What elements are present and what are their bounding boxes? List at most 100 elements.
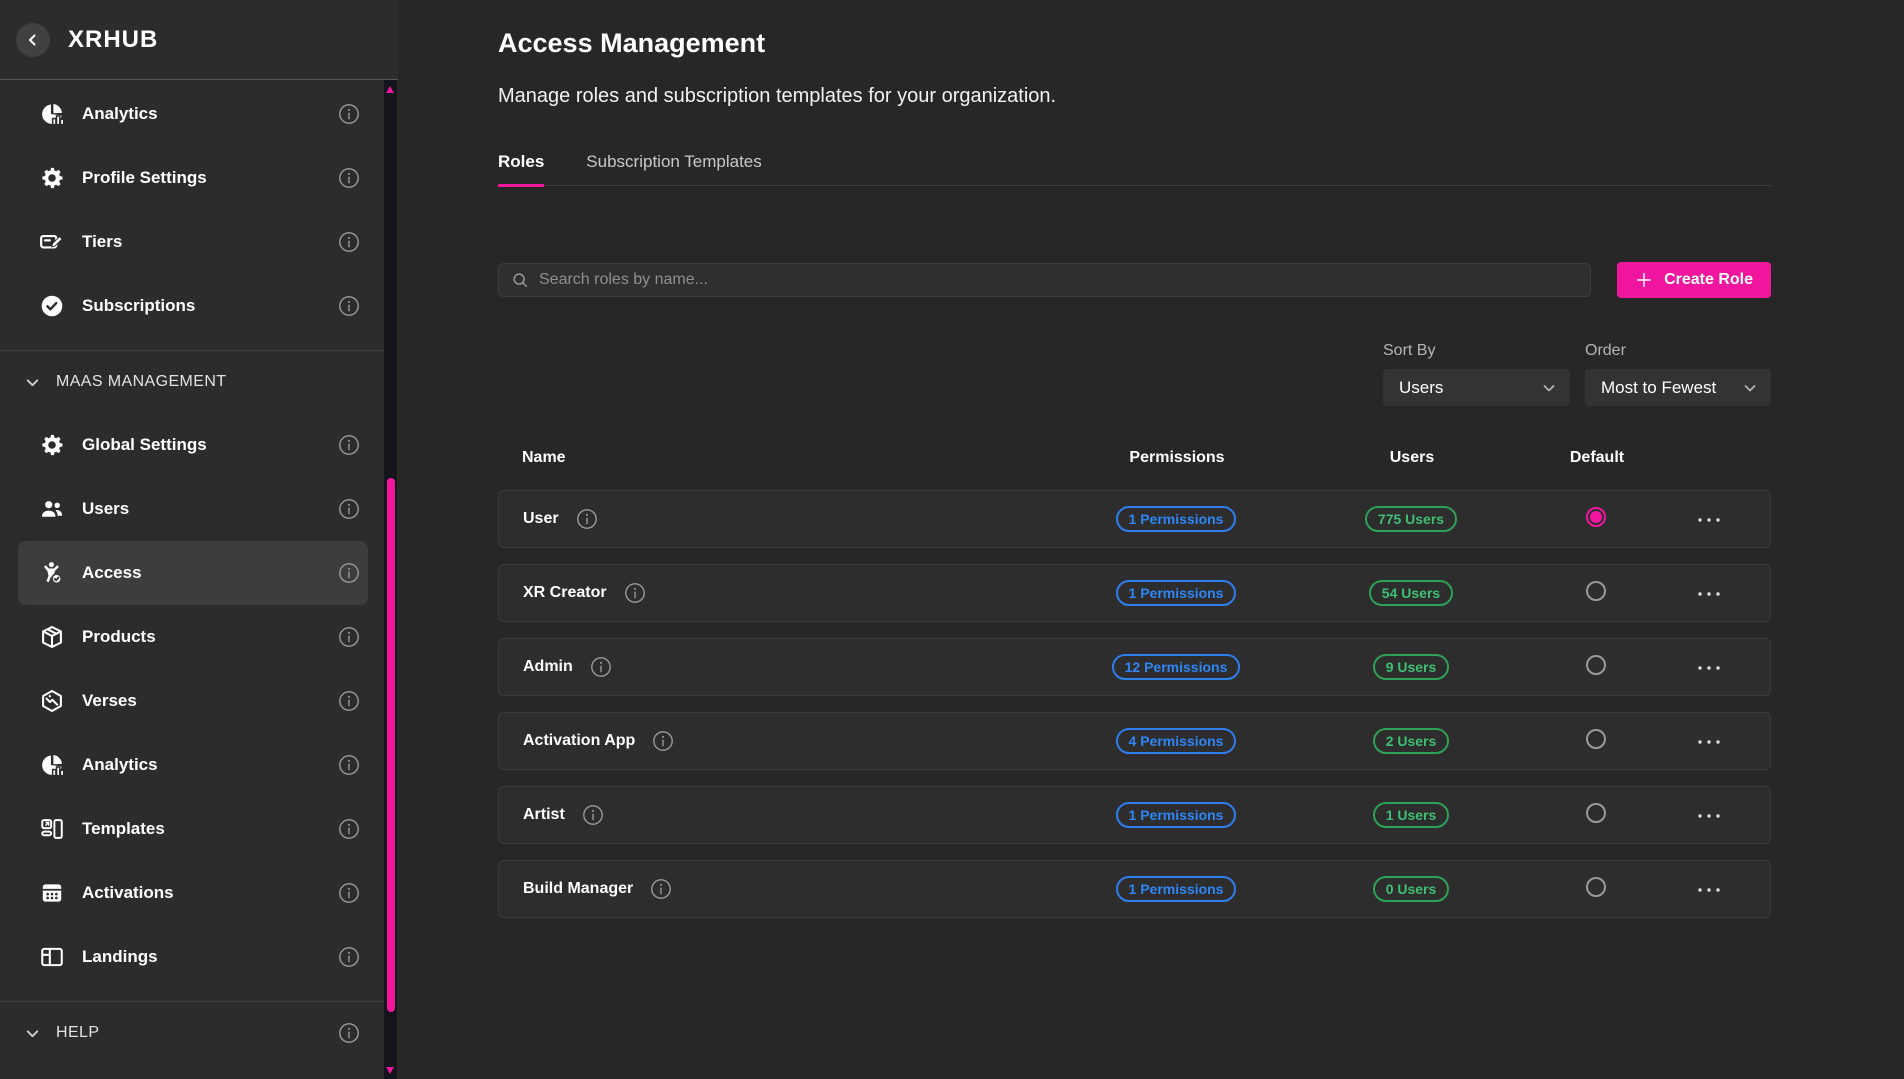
order-label: Order — [1585, 342, 1771, 360]
sidebar-nav: AnalyticsProfile SettingsTiersSubscripti… — [0, 80, 398, 1064]
sidebar-scrollbar[interactable] — [384, 80, 397, 1079]
table-row[interactable]: Artist1 Permissions1 Users — [498, 786, 1771, 844]
users-badge[interactable]: 9 Users — [1373, 654, 1450, 680]
sidebar-item-profile-settings[interactable]: Profile Settings — [18, 146, 368, 210]
info-icon[interactable] — [652, 730, 674, 752]
sidebar-item-subscriptions[interactable]: Subscriptions — [18, 274, 368, 338]
collapse-sidebar-button[interactable] — [16, 23, 50, 57]
info-icon[interactable] — [650, 878, 672, 900]
table-row[interactable]: XR Creator 1 Permissions 54 Users — [498, 564, 1771, 622]
default-radio[interactable] — [1586, 803, 1606, 823]
sidebar-item-label: Landings — [82, 947, 338, 967]
users-badge[interactable]: 2 Users — [1373, 728, 1450, 754]
search-input[interactable] — [539, 271, 1578, 289]
info-icon[interactable] — [338, 231, 360, 253]
sidebar-header: XRHUB — [0, 0, 398, 80]
info-icon[interactable] — [338, 167, 360, 189]
info-icon[interactable] — [338, 1022, 360, 1044]
sidebar-item-analytics[interactable]: Analytics — [18, 82, 368, 146]
info-icon[interactable] — [338, 626, 360, 648]
permissions-badge[interactable]: 1 Permissions — [1116, 876, 1237, 902]
info-icon[interactable] — [576, 508, 598, 530]
sort-controls: Sort By Users Order Most to Fewest — [498, 342, 1771, 406]
permissions-badge[interactable]: 1 Permissions — [1116, 580, 1237, 606]
users-badge[interactable]: 54 Users — [1369, 580, 1453, 606]
info-icon[interactable] — [624, 582, 646, 604]
sidebar-item-tiers[interactable]: Tiers — [18, 210, 368, 274]
scrollbar-thumb[interactable] — [387, 478, 395, 1012]
sidebar-item-activations[interactable]: Activations — [18, 861, 368, 925]
row-menu-icon[interactable] — [1697, 591, 1721, 597]
row-menu-icon[interactable] — [1697, 739, 1721, 745]
sidebar-item-label: Access — [82, 563, 338, 583]
settings-gear-icon — [38, 164, 66, 192]
create-role-label: Create Role — [1664, 271, 1753, 289]
info-icon[interactable] — [338, 498, 360, 520]
default-radio[interactable] — [1586, 877, 1606, 897]
scrollbar-down-arrow-icon[interactable] — [386, 1067, 394, 1074]
column-header-name: Name — [522, 449, 1052, 467]
default-radio[interactable] — [1586, 729, 1606, 749]
info-icon[interactable] — [338, 690, 360, 712]
chevron-left-icon — [25, 32, 41, 48]
default-radio[interactable] — [1586, 655, 1606, 675]
info-icon[interactable] — [582, 804, 604, 826]
sidebar-section-help[interactable]: HELP — [0, 1002, 398, 1064]
default-radio[interactable] — [1586, 507, 1606, 527]
permissions-badge[interactable]: 1 Permissions — [1116, 802, 1237, 828]
info-icon[interactable] — [338, 434, 360, 456]
info-icon[interactable] — [338, 562, 360, 584]
scrollbar-up-arrow-icon[interactable] — [386, 86, 394, 93]
sidebar-item-label: Activations — [82, 883, 338, 903]
sort-by-select[interactable]: Users — [1383, 369, 1570, 406]
role-name: XR Creator — [523, 584, 607, 602]
tab-roles[interactable]: Roles — [498, 152, 544, 185]
row-menu-icon[interactable] — [1697, 517, 1721, 523]
info-icon[interactable] — [338, 754, 360, 776]
table-row[interactable]: Admin12 Permissions9 Users — [498, 638, 1771, 696]
permissions-badge[interactable]: 1 Permissions — [1116, 506, 1237, 532]
table-row[interactable]: User 1 Permissions 775 Users — [498, 490, 1771, 548]
permissions-badge[interactable]: 4 Permissions — [1116, 728, 1237, 754]
sidebar-item-label: Products — [82, 627, 338, 647]
order-value: Most to Fewest — [1601, 378, 1716, 398]
tab-subscription-templates[interactable]: Subscription Templates — [586, 152, 761, 185]
products-box-icon — [38, 623, 66, 651]
sidebar-item-products[interactable]: Products — [18, 605, 368, 669]
sidebar: XRHUB AnalyticsProfile SettingsTiersSubs… — [0, 0, 398, 1079]
row-menu-icon[interactable] — [1697, 813, 1721, 819]
analytics-icon — [38, 751, 66, 779]
chevron-down-icon — [1541, 380, 1557, 396]
sidebar-item-landings[interactable]: Landings — [18, 925, 368, 989]
order-select[interactable]: Most to Fewest — [1585, 369, 1771, 406]
sidebar-section-maas-management[interactable]: MAAS MANAGEMENT — [0, 351, 398, 413]
chevron-down-icon — [24, 1025, 41, 1042]
create-role-button[interactable]: Create Role — [1617, 262, 1771, 298]
users-badge[interactable]: 1 Users — [1373, 802, 1450, 828]
table-row[interactable]: Build Manager1 Permissions0 Users — [498, 860, 1771, 918]
sidebar-item-templates[interactable]: Templates — [18, 797, 368, 861]
main-content: Access Management Manage roles and subsc… — [398, 0, 1904, 1079]
sidebar-item-analytics[interactable]: Analytics — [18, 733, 368, 797]
role-name: User — [523, 510, 559, 528]
users-badge[interactable]: 775 Users — [1365, 506, 1457, 532]
default-radio[interactable] — [1586, 581, 1606, 601]
users-badge[interactable]: 0 Users — [1373, 876, 1450, 902]
sidebar-item-label: Templates — [82, 819, 338, 839]
row-menu-icon[interactable] — [1697, 665, 1721, 671]
sidebar-item-global-settings[interactable]: Global Settings — [18, 413, 368, 477]
info-icon[interactable] — [338, 295, 360, 317]
sidebar-item-access[interactable]: Access — [18, 541, 368, 605]
info-icon[interactable] — [338, 103, 360, 125]
roles-table: Name Permissions Users Default User1 Per… — [498, 442, 1771, 918]
info-icon[interactable] — [338, 818, 360, 840]
info-icon[interactable] — [590, 656, 612, 678]
row-menu-icon[interactable] — [1697, 887, 1721, 893]
sidebar-item-verses[interactable]: Verses — [18, 669, 368, 733]
column-header-users: Users — [1302, 449, 1522, 467]
table-row[interactable]: Activation App4 Permissions2 Users — [498, 712, 1771, 770]
info-icon[interactable] — [338, 882, 360, 904]
info-icon[interactable] — [338, 946, 360, 968]
sidebar-item-users[interactable]: Users — [18, 477, 368, 541]
permissions-badge[interactable]: 12 Permissions — [1112, 654, 1241, 680]
